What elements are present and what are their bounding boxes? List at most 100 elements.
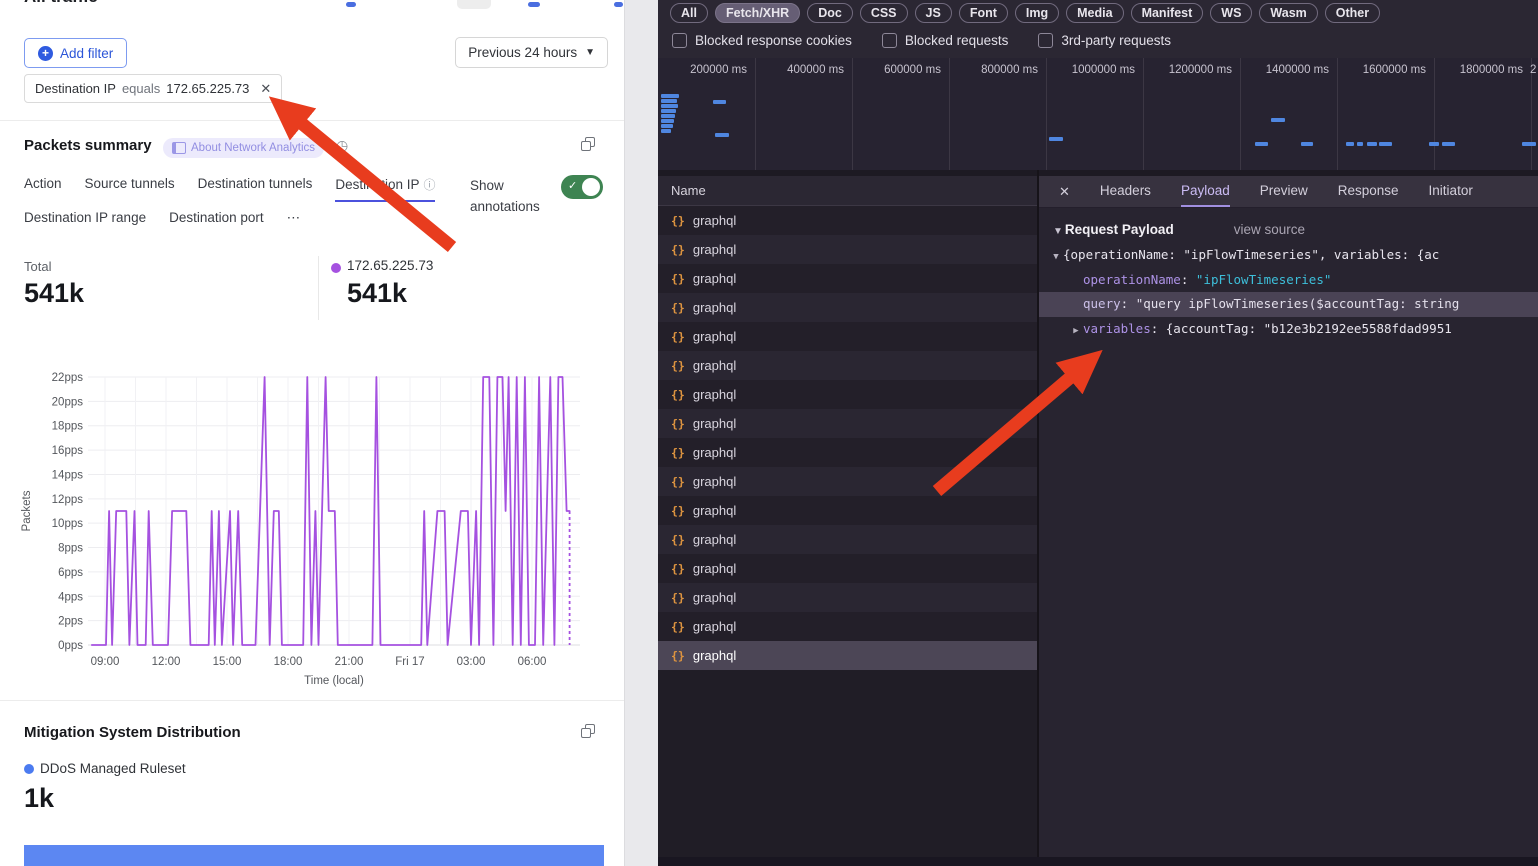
tab-destination-tunnels[interactable]: Destination tunnels bbox=[198, 176, 313, 202]
network-request-row[interactable]: {}graphql bbox=[658, 293, 1037, 322]
json-request-icon: {} bbox=[671, 330, 685, 344]
network-request-row[interactable]: {}graphql bbox=[658, 409, 1037, 438]
details-tab-payload[interactable]: Payload bbox=[1181, 176, 1230, 207]
divider bbox=[0, 700, 624, 701]
time-range-value: Previous 24 hours bbox=[468, 45, 577, 60]
network-request-row[interactable]: {}graphql bbox=[658, 525, 1037, 554]
network-request-row[interactable]: {}graphql bbox=[658, 612, 1037, 641]
filter-chip-operator: equals bbox=[122, 81, 160, 96]
request-name: graphql bbox=[693, 619, 736, 634]
request-name: graphql bbox=[693, 358, 736, 373]
network-request-row[interactable]: {}graphql bbox=[658, 467, 1037, 496]
network-filter-toolbar: All Fetch/XHR Doc CSS JS Font Img Media Manifest… bbox=[658, 0, 1538, 59]
network-request-row[interactable]: {}graphql bbox=[658, 264, 1037, 293]
network-request-row[interactable]: {}graphql bbox=[658, 438, 1037, 467]
network-request-row[interactable]: {} graphql bbox=[658, 322, 1037, 351]
payload-tree-line[interactable]: ▶variables: {accountTag: "b12e3b2192ee55… bbox=[1039, 317, 1538, 342]
name-column-header[interactable]: Name bbox=[658, 176, 1037, 206]
tab-destination-ip[interactable]: Destination IPⓘ bbox=[335, 176, 435, 202]
network-request-row[interactable]: {}graphql bbox=[658, 380, 1037, 409]
request-waterfall-bar bbox=[661, 129, 671, 133]
request-payload-title[interactable]: ▼Request Payload bbox=[1053, 222, 1174, 237]
expand-card-icon[interactable] bbox=[581, 724, 595, 738]
request-waterfall-bar bbox=[1379, 142, 1392, 146]
request-name: graphql bbox=[693, 532, 736, 547]
request-waterfall-bar bbox=[1442, 142, 1455, 146]
filter-pill-media[interactable]: Media bbox=[1066, 3, 1123, 23]
details-tab-initiator[interactable]: Initiator bbox=[1429, 176, 1473, 207]
network-request-row[interactable]: {}graphql bbox=[658, 496, 1037, 525]
network-request-row[interactable]: {}graphql bbox=[658, 206, 1037, 235]
close-details-icon[interactable]: ✕ bbox=[1059, 184, 1070, 200]
payload-tree-line[interactable]: operationName: "ipFlowTimeseries" bbox=[1039, 268, 1538, 293]
checkbox-box[interactable] bbox=[882, 33, 897, 48]
filter-pill-font[interactable]: Font bbox=[959, 3, 1008, 23]
filter-pill-ws[interactable]: WS bbox=[1210, 3, 1252, 23]
network-request-row[interactable]: {}graphql bbox=[658, 583, 1037, 612]
svg-text:12pps: 12pps bbox=[52, 494, 84, 506]
time-range-dropdown[interactable]: Previous 24 hours ▼ bbox=[455, 37, 608, 68]
filter-pill-wasm[interactable]: Wasm bbox=[1259, 3, 1317, 23]
filter-pill-js[interactable]: JS bbox=[915, 3, 952, 23]
payload-token: {operationName: "ipFlowTimeseries", vari… bbox=[1063, 247, 1439, 262]
network-request-row[interactable]: {}graphql bbox=[658, 235, 1037, 264]
tab-destination-port[interactable]: Destination port bbox=[169, 210, 264, 233]
filter-pill-all[interactable]: All bbox=[670, 3, 708, 23]
tab-destination-ip-range[interactable]: Destination IP range bbox=[24, 210, 146, 233]
series-legend-dot bbox=[331, 263, 341, 273]
checkbox-blocked-requests[interactable]: Blocked requests bbox=[882, 33, 1009, 48]
request-waterfall-bar bbox=[1346, 142, 1354, 146]
tree-toggle-icon[interactable]: ▼ bbox=[1049, 245, 1063, 268]
json-request-icon: {} bbox=[671, 417, 685, 431]
checkbox-box[interactable] bbox=[672, 33, 687, 48]
network-overview-timeline[interactable]: 200000 ms400000 ms600000 ms800000 ms1000… bbox=[658, 58, 1538, 171]
view-source-link[interactable]: view source bbox=[1234, 222, 1305, 237]
request-name: graphql bbox=[693, 329, 736, 344]
details-tab-bar: ✕ Headers Payload Preview Response Initiator bbox=[1039, 176, 1538, 208]
filter-pill-css[interactable]: CSS bbox=[860, 3, 908, 23]
checkbox-3rd-party-requests[interactable]: 3rd-party requests bbox=[1038, 33, 1171, 48]
filter-pill-fetch-xhr[interactable]: Fetch/XHR bbox=[715, 3, 800, 23]
details-tab-response[interactable]: Response bbox=[1338, 176, 1399, 207]
page-title-clipped: All traffic bbox=[24, 0, 98, 7]
filter-chip[interactable]: Destination IP equals 172.65.225.73 ✕ bbox=[24, 74, 282, 103]
plus-icon: + bbox=[38, 46, 53, 61]
packets-timeseries-chart: 0pps2pps4pps6pps8pps10pps12pps14pps16pps… bbox=[0, 368, 624, 694]
requests-table: Name {}graphql{}graphql{}graphql{}graphq… bbox=[658, 176, 1037, 857]
tree-toggle-icon[interactable]: ▶ bbox=[1069, 319, 1083, 342]
network-request-row[interactable]: {}graphql bbox=[658, 641, 1037, 670]
request-details-pane: ✕HeadersPayloadPreviewResponseInitiator … bbox=[1039, 176, 1538, 857]
request-name: graphql bbox=[693, 648, 736, 663]
filter-pill-doc[interactable]: Doc bbox=[807, 3, 853, 23]
tab-action[interactable]: Action bbox=[24, 176, 62, 202]
payload-tree-line[interactable]: ▼{operationName: "ipFlowTimeseries", var… bbox=[1039, 243, 1538, 268]
expand-card-icon[interactable] bbox=[581, 137, 595, 151]
total-value: 541k bbox=[24, 278, 84, 309]
filter-pill-img[interactable]: Img bbox=[1015, 3, 1059, 23]
mitigation-value: 1k bbox=[24, 783, 54, 814]
payload-tree-line[interactable]: query: "query ipFlowTimeseries($accountT… bbox=[1039, 292, 1538, 317]
checkbox-box[interactable] bbox=[1038, 33, 1053, 48]
screenshot-stage: All traffic + Add filter Previous 24 hou… bbox=[0, 0, 1538, 866]
request-waterfall-bar bbox=[713, 100, 726, 104]
filter-pill-other[interactable]: Other bbox=[1325, 3, 1380, 23]
show-annotations-toggle[interactable]: ✓ bbox=[561, 175, 603, 199]
checkbox-blocked-response-cookies[interactable]: Blocked response cookies bbox=[672, 33, 852, 48]
network-request-row[interactable]: {}graphql bbox=[658, 554, 1037, 583]
network-request-row[interactable]: {}graphql bbox=[658, 351, 1037, 380]
series-value: 541k bbox=[347, 278, 407, 309]
tab--[interactable]: ⋯ bbox=[287, 210, 301, 233]
about-network-analytics-badge[interactable]: About Network Analytics bbox=[163, 138, 324, 158]
clipped-toolbar-fragment bbox=[528, 2, 540, 7]
details-tab-headers[interactable]: Headers bbox=[1100, 176, 1151, 207]
details-tab-preview[interactable]: Preview bbox=[1260, 176, 1308, 207]
payload-tree: ▼{operationName: "ipFlowTimeseries", var… bbox=[1039, 243, 1538, 341]
timeline-gridline bbox=[755, 58, 756, 170]
request-waterfall-bar bbox=[661, 124, 673, 128]
add-filter-button[interactable]: + Add filter bbox=[24, 38, 127, 68]
svg-text:06:00: 06:00 bbox=[518, 656, 547, 668]
clipped-toolbar-fragment bbox=[457, 0, 491, 9]
remove-filter-icon[interactable]: ✕ bbox=[260, 81, 271, 97]
filter-pill-manifest[interactable]: Manifest bbox=[1131, 3, 1204, 23]
tab-source-tunnels[interactable]: Source tunnels bbox=[85, 176, 175, 202]
